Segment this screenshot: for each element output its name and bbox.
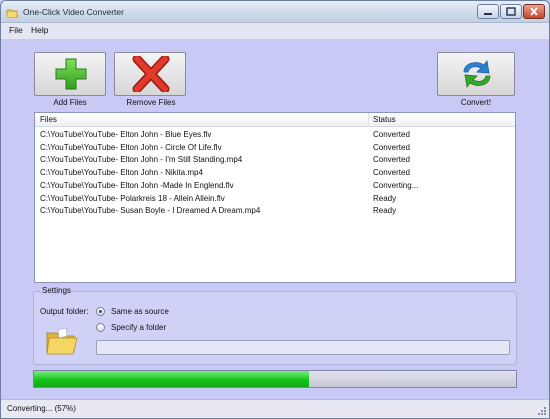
menu-bar: File Help (1, 23, 549, 39)
radio-specify-folder-label[interactable]: Specify a folder (111, 323, 166, 332)
column-header-status[interactable]: Status (373, 115, 396, 124)
status-bar: Converting... (57%) (1, 399, 549, 418)
title-bar[interactable]: One-Click Video Converter (1, 1, 549, 23)
app-window: One-Click Video Converter File Help Add … (0, 0, 550, 419)
file-path: C:\YouTube\YouTube- Elton John - Blue Ey… (40, 130, 212, 139)
file-status: Ready (373, 206, 397, 216)
file-status: Converted (373, 155, 410, 165)
resize-grip-icon[interactable] (537, 406, 547, 416)
file-status: Ready (373, 193, 397, 203)
radio-specify-folder[interactable] (96, 323, 105, 332)
menu-file[interactable]: File (9, 25, 23, 35)
file-path: C:\YouTube\YouTube- Elton John - Nikita.… (40, 168, 203, 178)
column-header-files[interactable]: Files (40, 115, 57, 124)
status-text: Converting... (57%) (7, 404, 76, 413)
table-row[interactable]: C:\YouTube\YouTube- Polarkreis 18 - Alle… (35, 193, 515, 206)
window-title: One-Click Video Converter (23, 7, 124, 17)
output-folder-label: Output folder: (40, 307, 89, 316)
radio-same-as-source-label[interactable]: Same as source (111, 307, 169, 316)
app-icon (6, 6, 18, 18)
table-row[interactable]: C:\YouTube\YouTube- Elton John - Circle … (35, 142, 515, 155)
list-header: Files Status (35, 113, 515, 127)
convert-arrows-icon (463, 60, 491, 88)
minimize-icon (484, 13, 492, 15)
close-button[interactable] (523, 4, 545, 19)
convert-button[interactable] (437, 52, 515, 96)
table-row[interactable]: C:\YouTube\YouTube- Elton John - Nikita.… (35, 167, 515, 180)
file-list[interactable]: Files Status C:\YouTube\YouTube- Elton J… (34, 112, 516, 283)
remove-files-button[interactable] (114, 52, 186, 96)
radio-same-as-source[interactable] (96, 307, 105, 316)
add-files-button[interactable] (34, 52, 106, 96)
plus-icon (55, 58, 87, 90)
file-path: C:\YouTube\YouTube- Susan Boyle - I Drea… (40, 206, 261, 216)
minimize-button[interactable] (477, 4, 499, 19)
close-icon (530, 7, 538, 16)
folder-icon (46, 327, 78, 355)
file-status: Converted (373, 130, 410, 139)
column-divider (368, 113, 369, 127)
remove-x-icon (132, 56, 170, 92)
file-path: C:\YouTube\YouTube- Polarkreis 18 - Alle… (40, 193, 225, 203)
file-path: C:\YouTube\YouTube- Elton John -Made In … (40, 180, 234, 190)
file-path: C:\YouTube\YouTube- Elton John - Circle … (40, 142, 222, 152)
remove-files-label: Remove Files (126, 98, 176, 107)
settings-group: Settings Output folder: Same as source S… (33, 286, 517, 365)
maximize-icon (506, 7, 516, 16)
file-status: Converted (373, 142, 410, 152)
table-row[interactable]: C:\YouTube\YouTube- Susan Boyle - I Drea… (35, 205, 515, 218)
file-status: Converted (373, 168, 410, 178)
maximize-button[interactable] (500, 4, 522, 19)
convert-label: Convert! (460, 98, 492, 107)
menu-help[interactable]: Help (31, 25, 48, 35)
add-files-label: Add Files (53, 98, 87, 107)
conversion-progress-bar (33, 370, 517, 388)
settings-legend: Settings (40, 286, 73, 295)
table-row[interactable]: C:\YouTube\YouTube- Elton John -Made In … (35, 180, 515, 193)
file-status: Converting... (373, 180, 419, 190)
progress-fill (34, 371, 309, 387)
table-row[interactable]: C:\YouTube\YouTube- Elton John - Blue Ey… (35, 129, 515, 142)
folder-path-input[interactable] (96, 340, 510, 355)
main-panel: Add Files Remove Files Convert! Files St… (1, 39, 549, 399)
table-row[interactable]: C:\YouTube\YouTube- Elton John - I'm Sti… (35, 154, 515, 167)
file-path: C:\YouTube\YouTube- Elton John - I'm Sti… (40, 155, 243, 165)
